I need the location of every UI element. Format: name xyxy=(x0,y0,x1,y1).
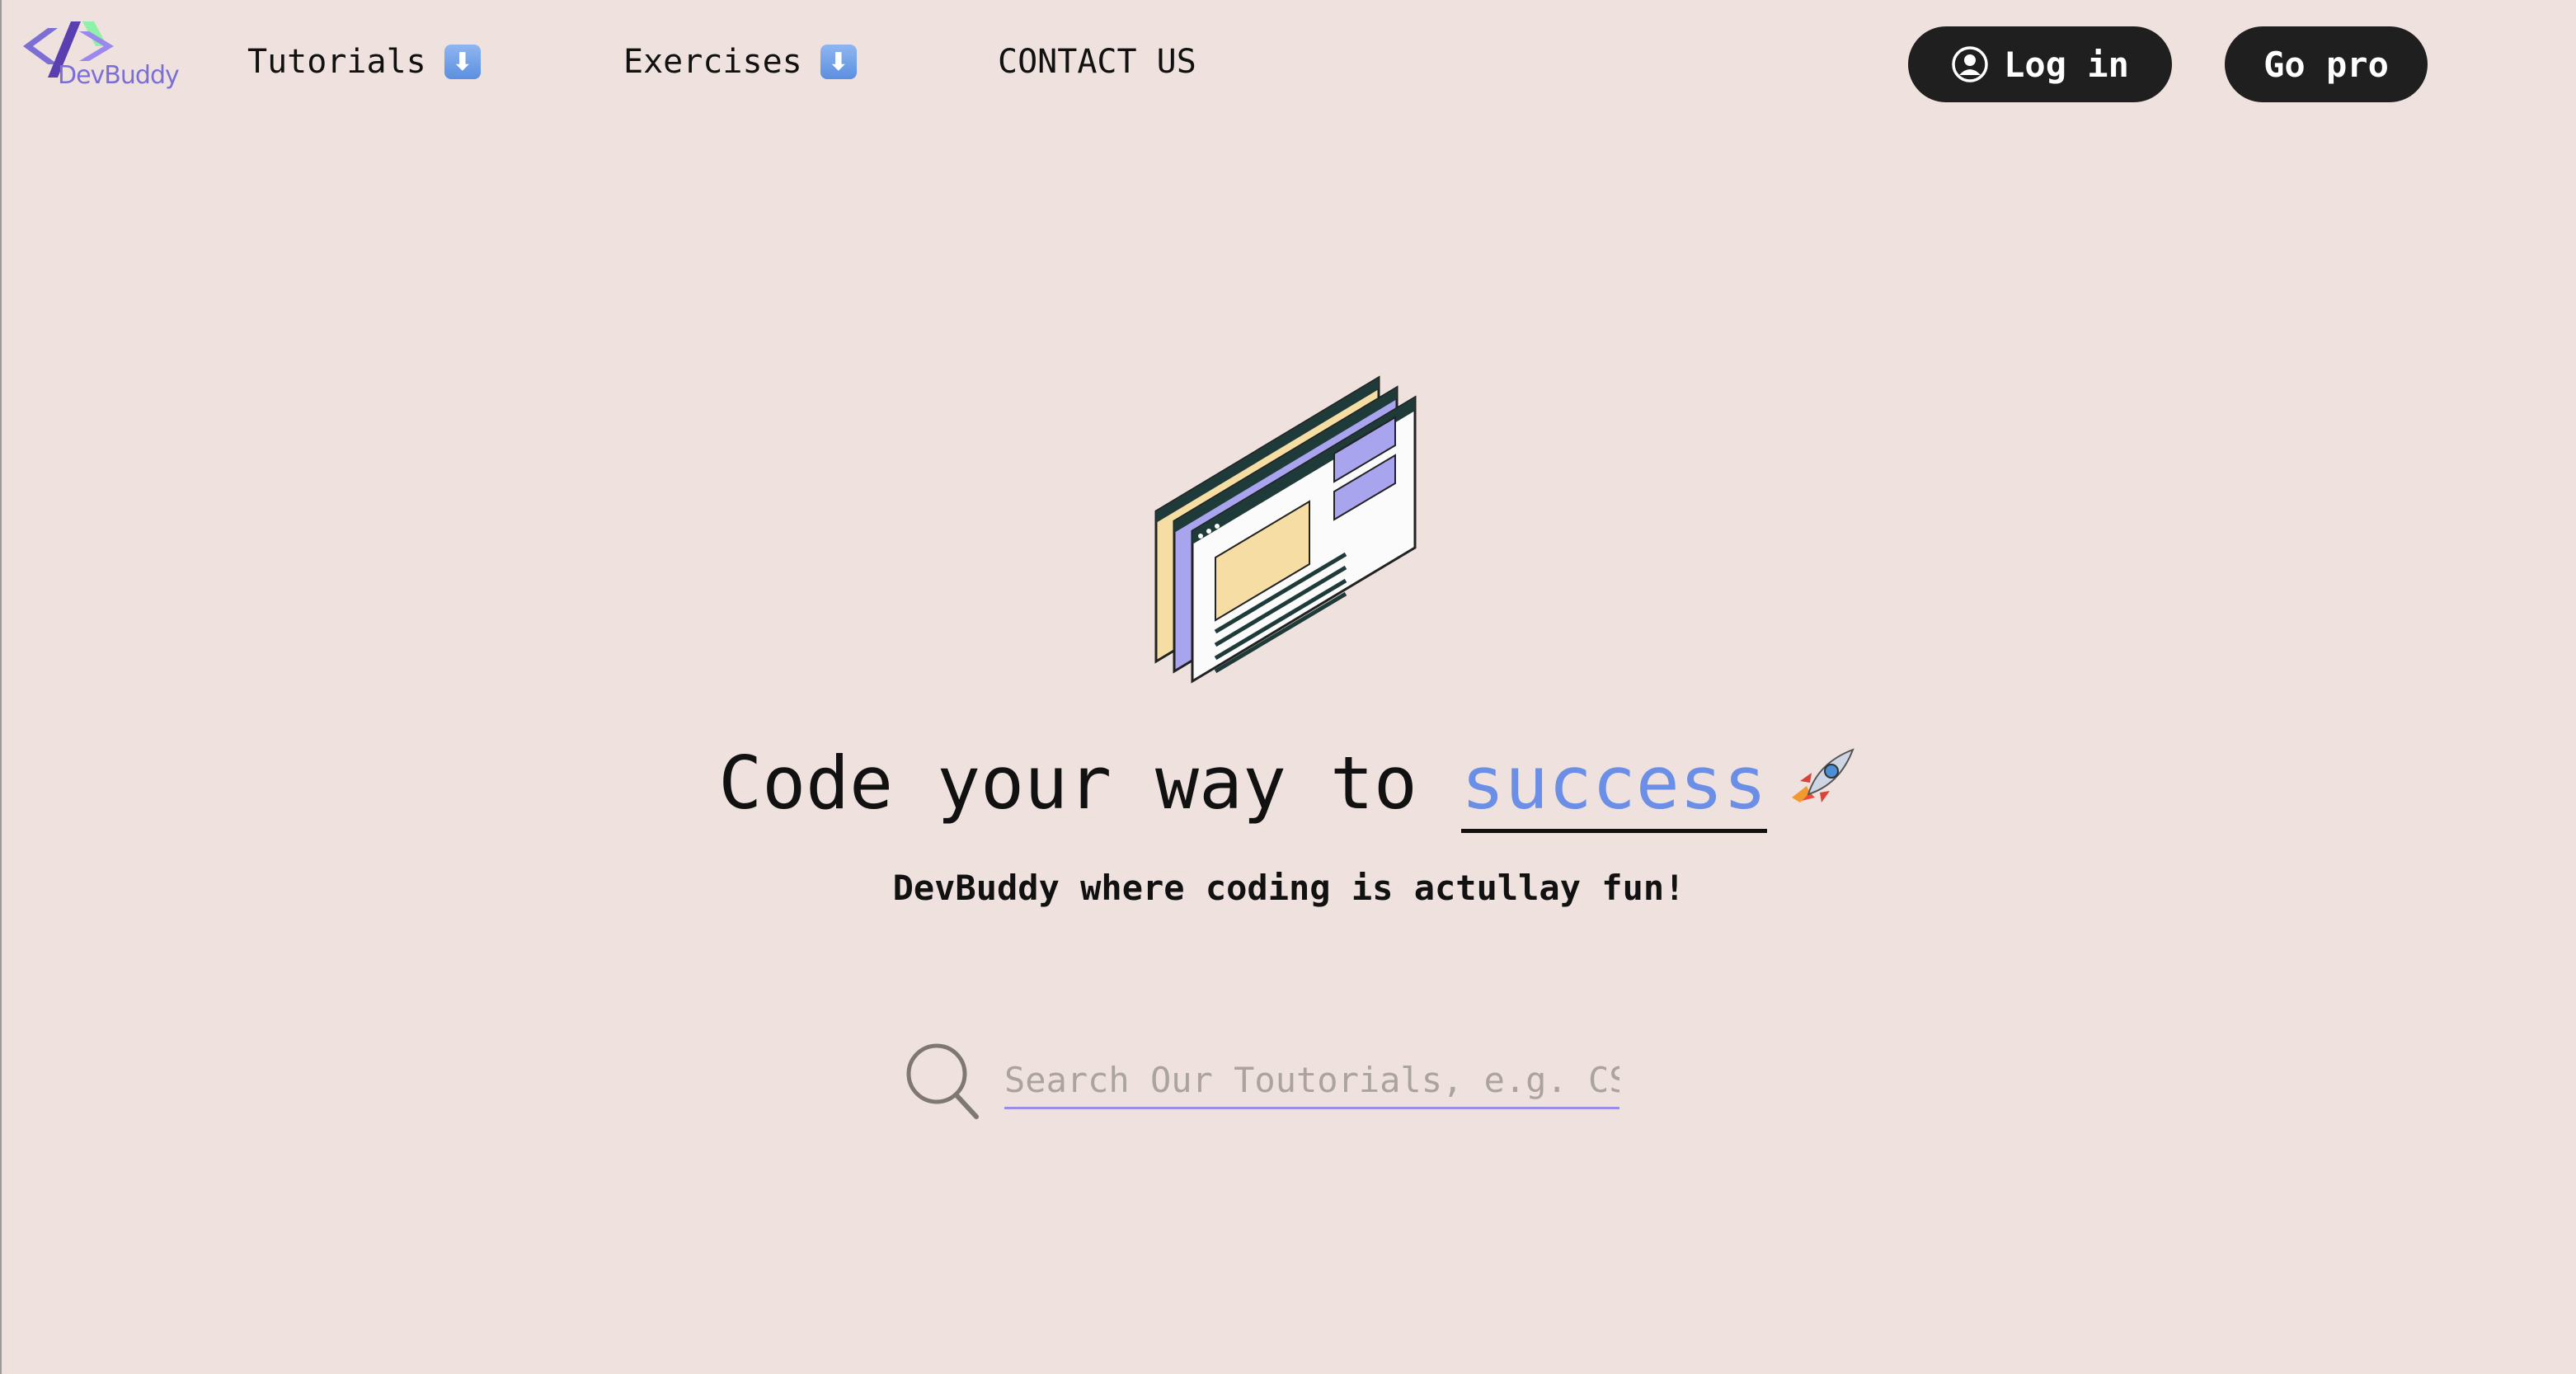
search-bar xyxy=(904,1041,1629,1123)
login-label: Log in xyxy=(2004,44,2129,85)
search-input[interactable] xyxy=(1004,1052,1619,1109)
login-button[interactable]: Log in xyxy=(1908,26,2172,102)
search-icon[interactable] xyxy=(904,1041,980,1120)
browser-windows-illustration xyxy=(1140,363,1436,709)
user-circle-icon xyxy=(1952,46,1988,82)
logo-mark-icon xyxy=(23,21,114,78)
headline-prefix: Code your way to xyxy=(718,741,1461,826)
go-pro-label: Go pro xyxy=(2263,44,2389,85)
hero-headline: Code your way to success xyxy=(2,741,2576,835)
headline-accent: success xyxy=(1460,741,1767,833)
top-navbar: DevBuddy Tutorials ⬇ Exercises ⬇ CONTACT… xyxy=(2,0,2576,132)
nav-contact[interactable]: CONTACT US xyxy=(998,43,1196,81)
browser-windows-icon xyxy=(1154,375,1417,684)
logo-text: DevBuddy xyxy=(58,61,180,90)
nav-exercises[interactable]: Exercises ⬇ xyxy=(623,43,857,81)
rocket-icon xyxy=(1785,743,1859,835)
arrow-down-icon: ⬇ xyxy=(820,45,857,79)
arrow-down-icon: ⬇ xyxy=(444,45,481,79)
nav-tutorials[interactable]: Tutorials ⬇ xyxy=(247,43,481,81)
devbuddy-logo[interactable]: DevBuddy xyxy=(15,13,180,104)
hero-subtitle: DevBuddy where coding is actullay fun! xyxy=(892,868,1685,908)
go-pro-button[interactable]: Go pro xyxy=(2225,26,2428,102)
nav-exercises-label: Exercises xyxy=(623,43,802,81)
nav-contact-label: CONTACT US xyxy=(998,43,1196,81)
nav-tutorials-label: Tutorials xyxy=(247,43,426,81)
